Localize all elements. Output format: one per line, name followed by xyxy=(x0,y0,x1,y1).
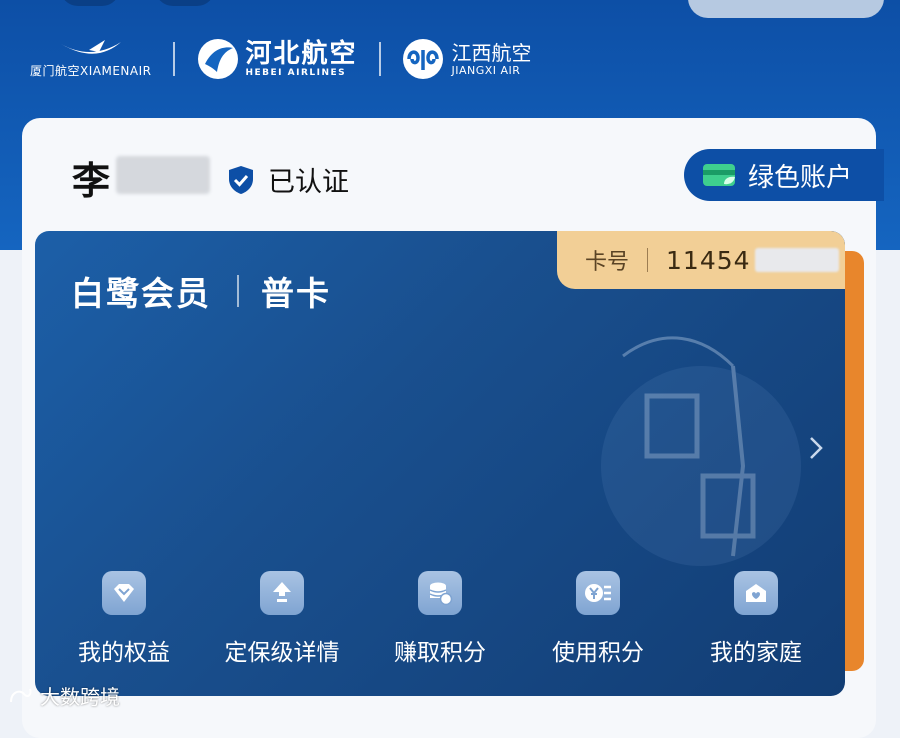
jiangxi-air-logo: 江西航空 JIANGXI AIR xyxy=(403,39,531,79)
action-label: 使用积分 xyxy=(552,640,644,666)
jiangxi-air-en: JIANGXI AIR xyxy=(451,63,521,77)
member-actions: 我的权益 定保级详情 赚取积分 使用积分 我的家庭 xyxy=(35,571,845,681)
home-icon xyxy=(746,584,766,602)
wing-logo-icon xyxy=(198,39,239,79)
card-number: 11454 xyxy=(666,245,751,275)
search-bar[interactable] xyxy=(688,0,884,18)
membership-card[interactable]: 白鹭会员 普卡 卡号 11454 我的权益 定保级详情 赚取积分 使用积分 我的… xyxy=(35,231,845,696)
action-label: 定保级详情 xyxy=(224,640,340,666)
header-button[interactable] xyxy=(155,0,215,6)
card-number-divider xyxy=(647,248,649,272)
xiamen-airlines-name: 厦门航空XIAMENAIR xyxy=(30,63,152,78)
action-label: 赚取积分 xyxy=(394,640,486,666)
watermark-text: 大数跨境 xyxy=(40,685,120,709)
hebei-airlines-en: HEBEI AIRLINES xyxy=(245,68,347,78)
jiangxi-air-name: 江西航空 xyxy=(451,40,532,65)
shield-check-icon xyxy=(229,165,253,194)
egret-seal-icon xyxy=(601,336,801,566)
action-my-benefits[interactable]: 我的权益 xyxy=(49,571,199,681)
action-label: 我的权益 xyxy=(78,640,170,666)
egret-logo-icon xyxy=(60,39,121,54)
coin-stack-icon xyxy=(429,582,453,606)
card-number-redaction xyxy=(754,248,839,272)
action-earn-points[interactable]: 赚取积分 xyxy=(365,571,515,681)
airline-logos: 厦门航空XIAMENAIR 河北航空 HEBEI AIRLINES 江西航空 J… xyxy=(30,34,630,84)
verified-label: 已认证 xyxy=(268,167,349,198)
header-button[interactable] xyxy=(60,0,120,6)
green-account-button[interactable]: 绿色账户 xyxy=(684,149,884,201)
verified-status[interactable]: 已认证 xyxy=(228,160,349,199)
hebei-airlines-name: 河北航空 xyxy=(245,39,358,69)
action-tier-details[interactable]: 定保级详情 xyxy=(207,571,357,681)
card-number-badge: 卡号 11454 xyxy=(557,231,845,289)
action-my-family[interactable]: 我的家庭 xyxy=(681,571,831,681)
yen-coin-icon xyxy=(585,584,611,602)
card-number-label: 卡号 xyxy=(585,250,630,275)
green-account-label: 绿色账户 xyxy=(748,162,853,193)
name-redaction xyxy=(116,156,210,194)
membership-tier: 普卡 xyxy=(261,274,331,313)
action-use-points[interactable]: 使用积分 xyxy=(523,571,673,681)
chevron-right-icon[interactable] xyxy=(807,434,825,462)
divider xyxy=(379,42,382,76)
watermark: 大数跨境 xyxy=(8,681,120,710)
divider xyxy=(173,42,176,76)
diamond-icon xyxy=(114,584,134,602)
title-divider xyxy=(237,275,239,307)
user-name: 李 xyxy=(72,159,111,203)
xiamen-airlines-logo: 厦门航空XIAMENAIR xyxy=(30,39,152,79)
watermark-logo-icon xyxy=(10,688,32,702)
action-label: 我的家庭 xyxy=(710,640,802,666)
level-up-icon xyxy=(273,582,291,602)
green-card-icon xyxy=(703,164,735,186)
jiangxi-logo-icon xyxy=(407,50,440,70)
membership-program: 白鹭会员 xyxy=(71,274,211,313)
hebei-airlines-logo: 河北航空 HEBEI AIRLINES xyxy=(197,38,357,80)
